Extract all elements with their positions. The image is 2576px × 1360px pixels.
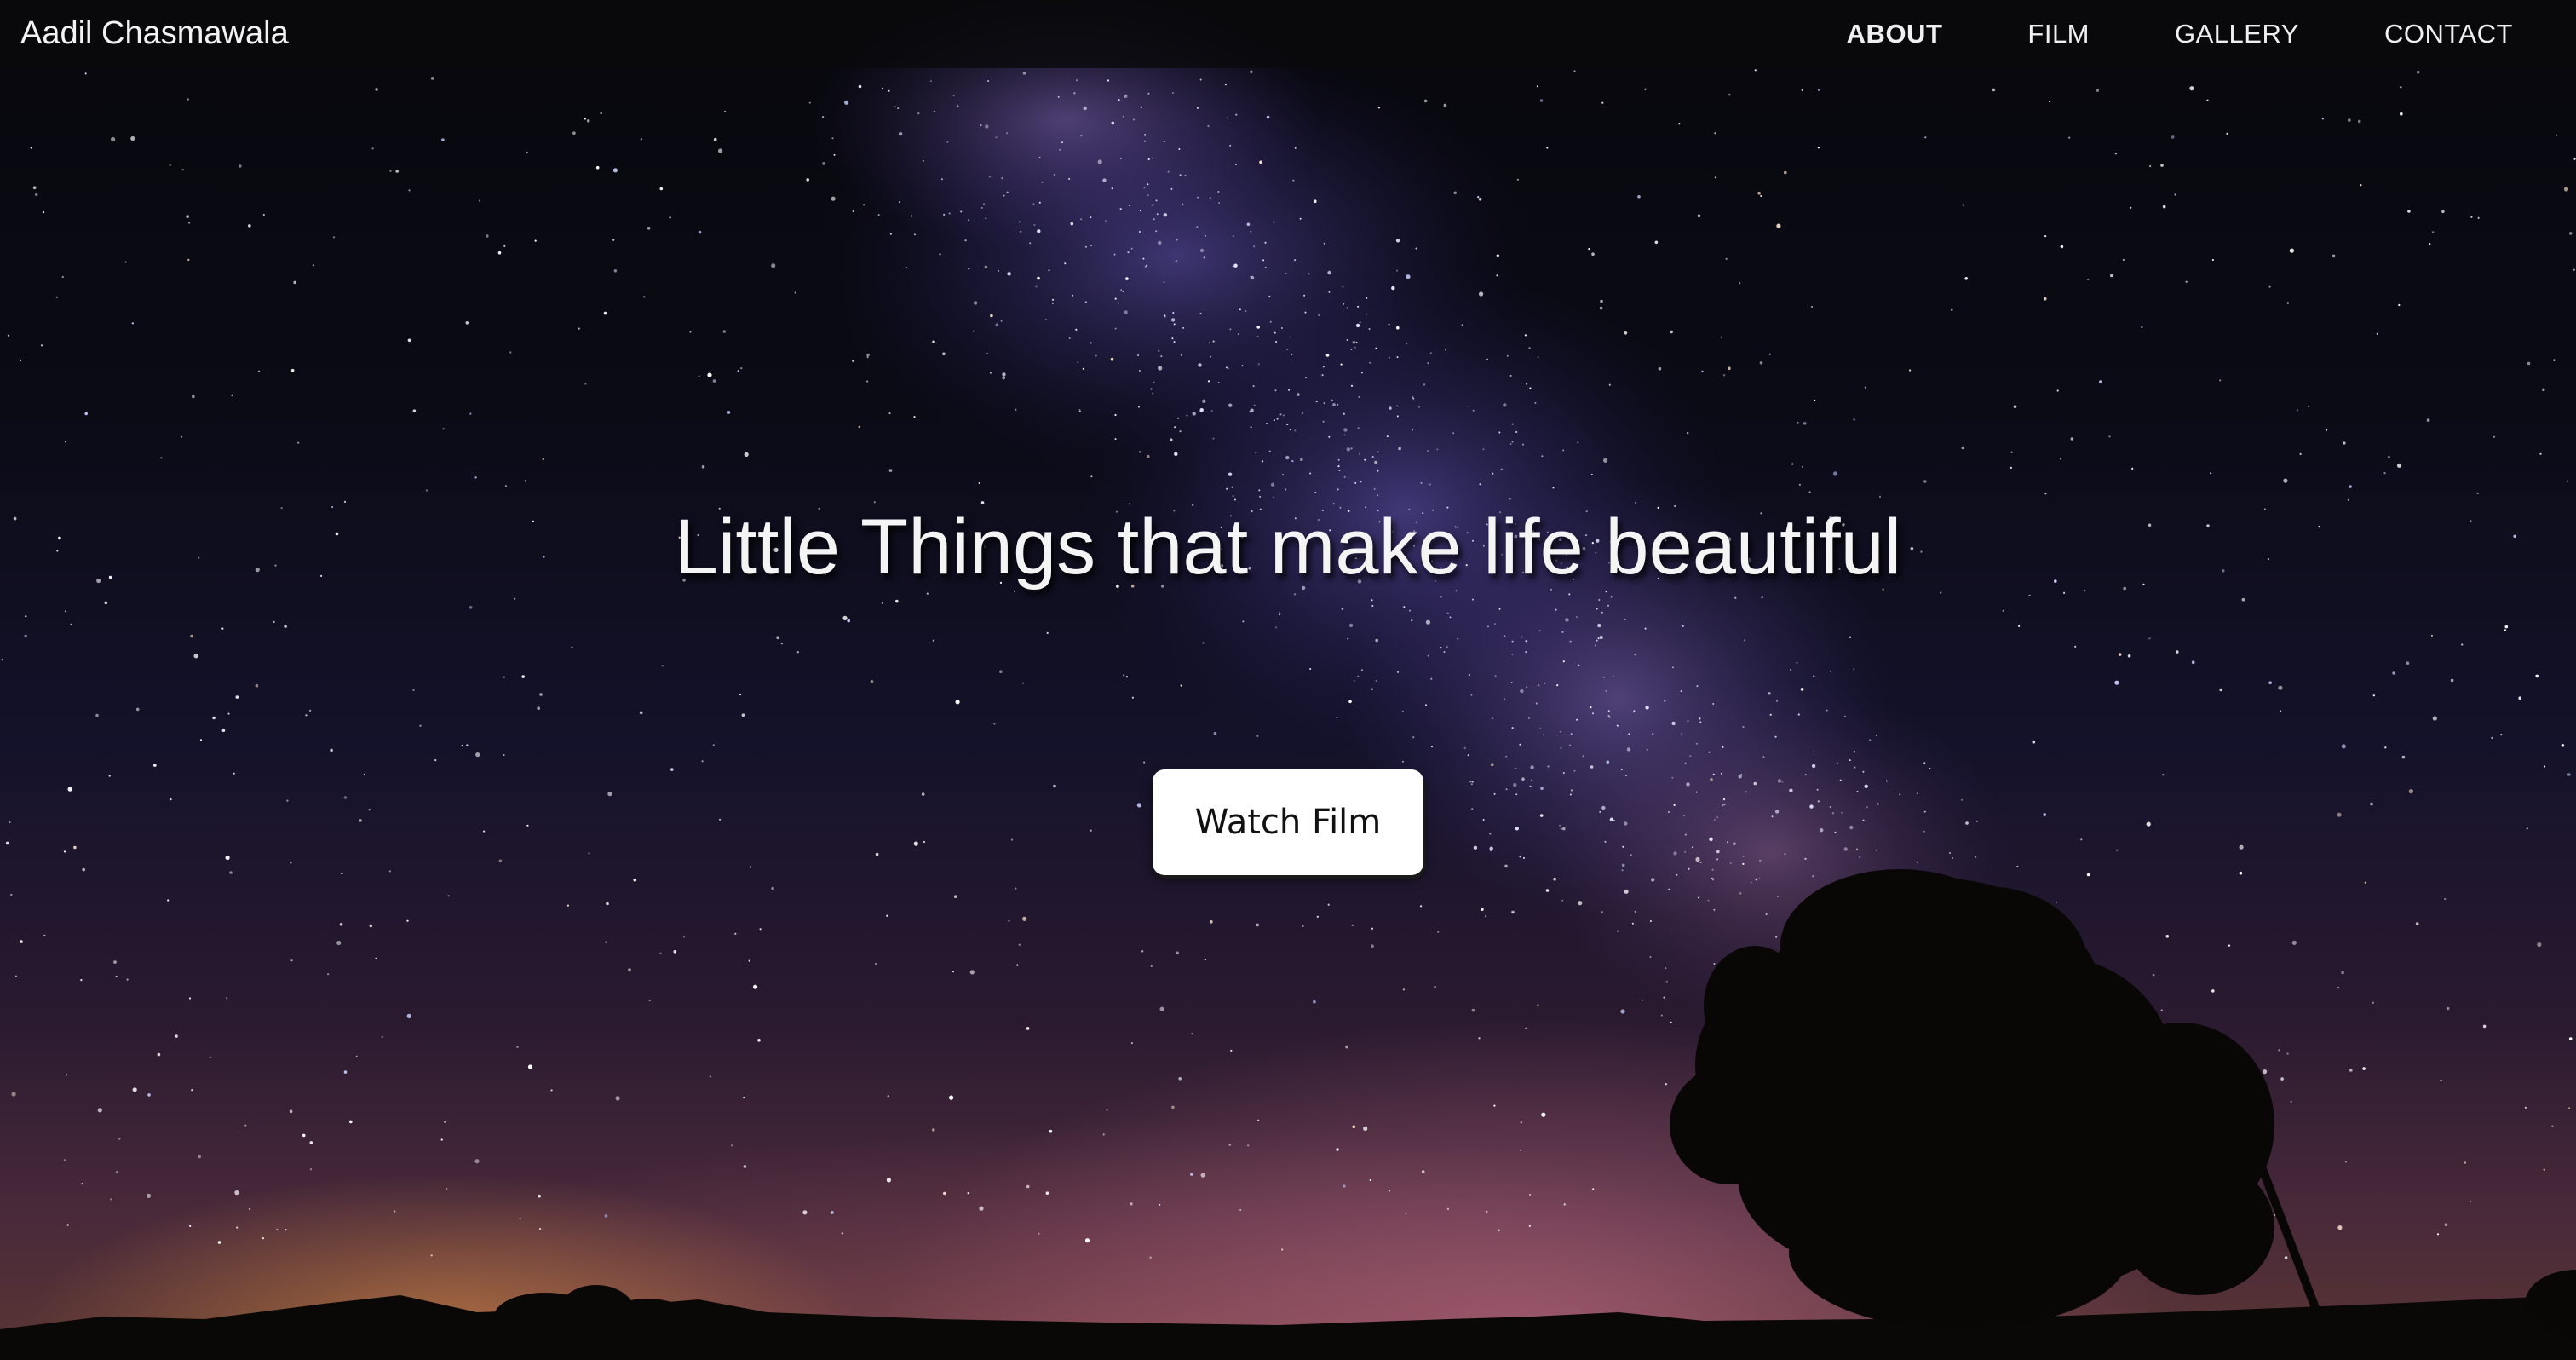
hero-page: Aadil Chasmawala ABOUT FILM GALLERY CONT… [0,0,2576,1360]
nav-link-contact[interactable]: CONTACT [2384,19,2513,49]
nav-link-about[interactable]: ABOUT [1847,19,1943,49]
nav-link-film[interactable]: FILM [2027,19,2090,49]
night-sky-background [0,0,2576,1360]
top-navbar: Aadil Chasmawala ABOUT FILM GALLERY CONT… [0,0,2576,68]
brand-name-link[interactable]: Aadil Chasmawala [20,15,289,52]
nav-links: ABOUT FILM GALLERY CONTACT [1762,19,2513,49]
watch-film-button[interactable]: Watch Film [1153,769,1423,875]
hero-title: Little Things that make life beautiful [674,504,1902,591]
nav-link-gallery[interactable]: GALLERY [2175,19,2299,49]
